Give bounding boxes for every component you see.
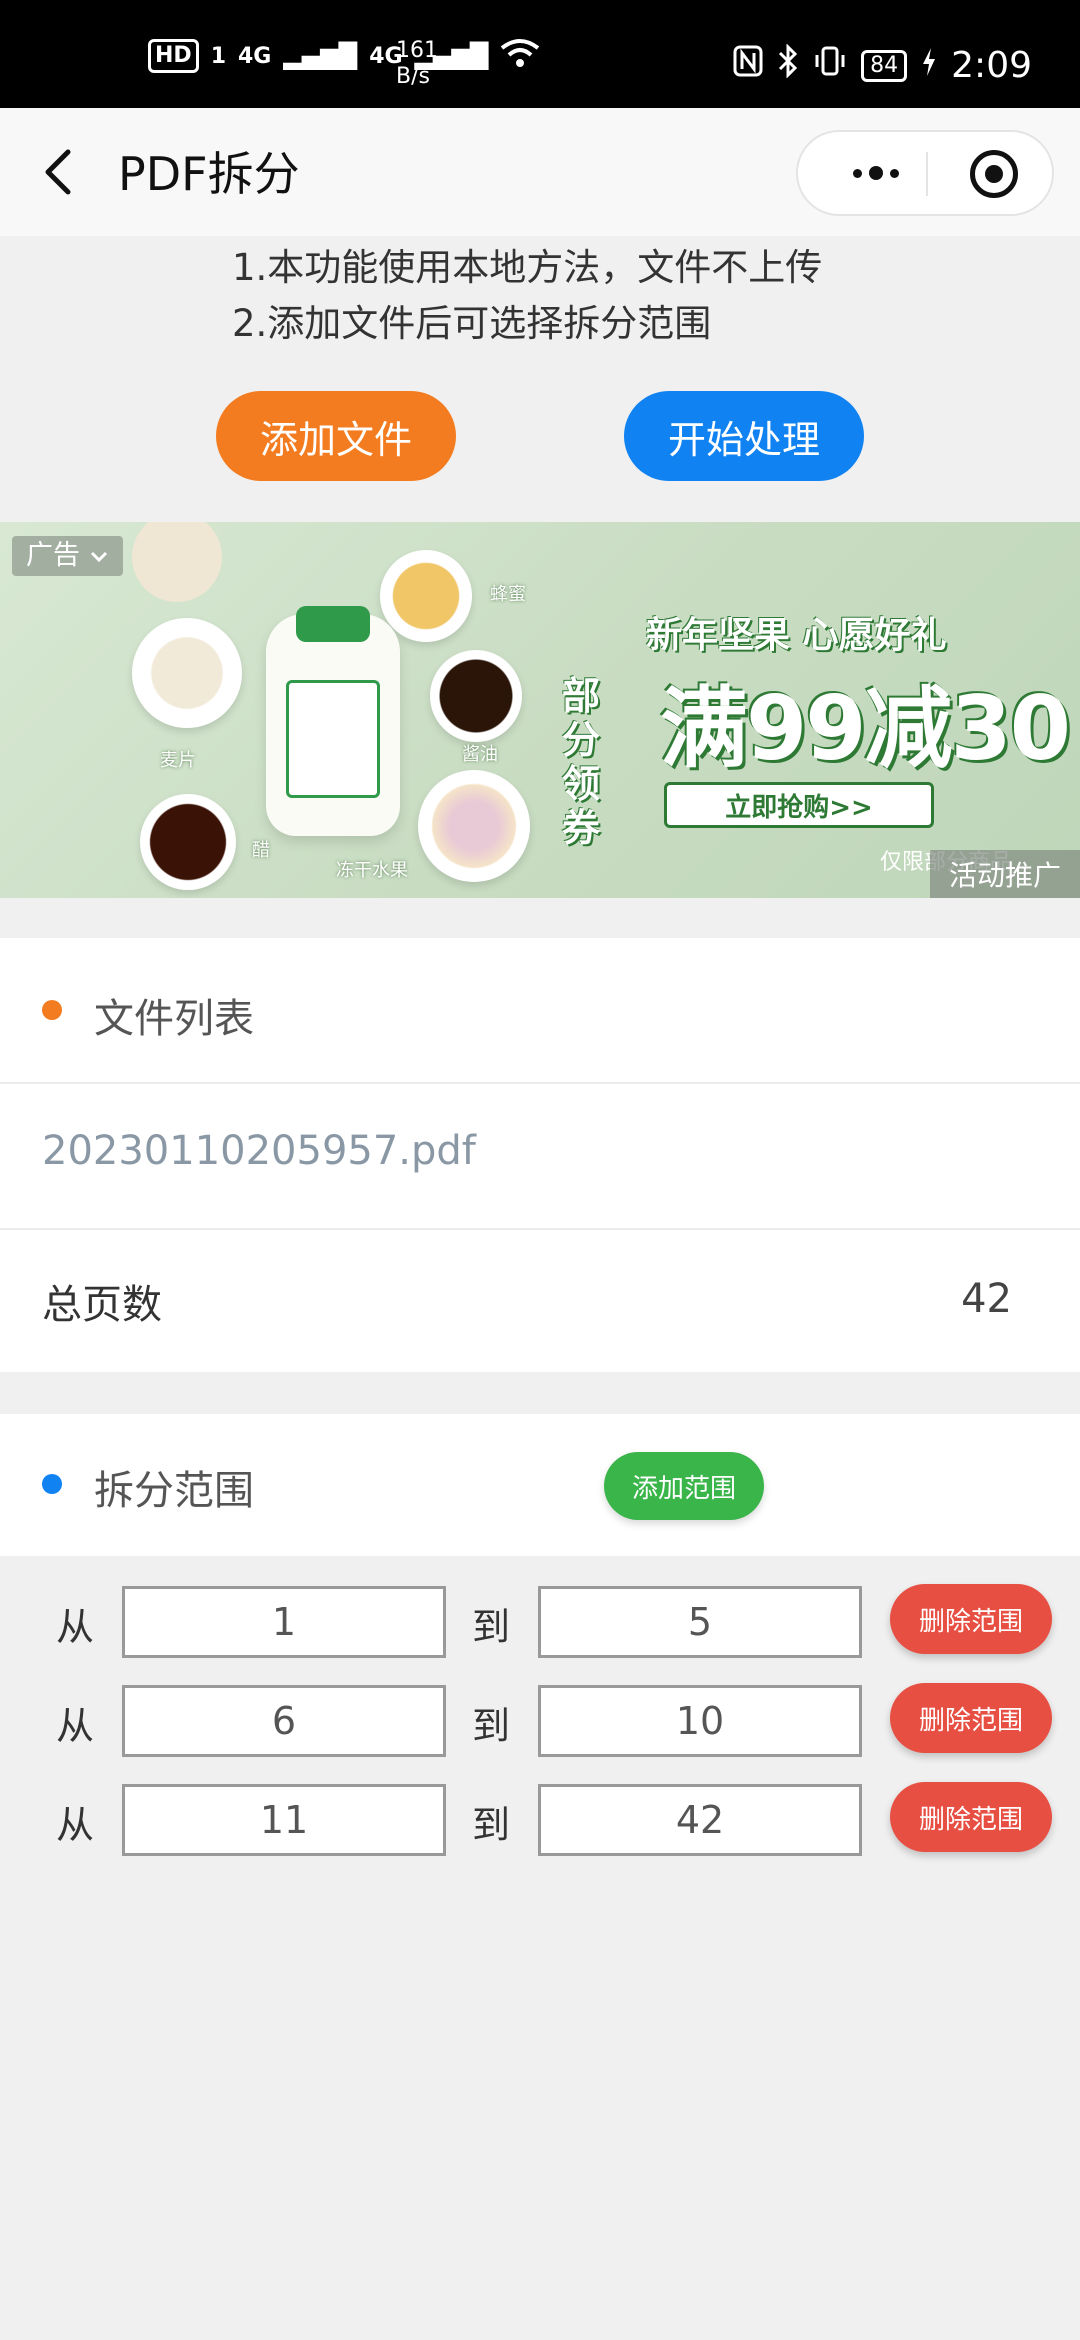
honey-bowl-illustration — [380, 550, 472, 642]
close-miniprogram-button[interactable] — [970, 150, 1018, 198]
range-from-input[interactable]: 1 — [122, 1586, 446, 1658]
divider — [0, 1082, 1080, 1084]
add-file-button[interactable]: 添加文件 — [216, 391, 456, 481]
ad-label-oat: 麦片 — [160, 750, 196, 771]
delete-range-button[interactable]: 删除范围 — [890, 1782, 1052, 1852]
instruction-line-2: 2.添加文件后可选择拆分范围 — [232, 302, 712, 345]
range-row: 从 1 到 5 删除范围 — [0, 1584, 1080, 1660]
ad-tag[interactable]: 广告 — [12, 536, 123, 576]
bottle-cap-illustration — [296, 606, 370, 642]
add-range-button[interactable]: 添加范围 — [604, 1452, 764, 1520]
bluetooth-icon — [777, 43, 799, 87]
network-speed-unit: B/s — [396, 64, 430, 89]
instruction-line-1: 1.本功能使用本地方法，文件不上传 — [232, 246, 823, 289]
ad-label-honey: 蜂蜜 — [490, 584, 526, 605]
chevron-down-icon — [89, 540, 109, 571]
ad-buy-button[interactable]: 立即抢购>> — [664, 782, 934, 828]
back-button[interactable] — [40, 146, 80, 198]
miniprogram-capsule — [796, 130, 1054, 216]
instructions: 1.本功能使用本地方法，文件不上传 2.添加文件后可选择拆分范围 — [232, 240, 822, 352]
ad-tag-label: 广告 — [26, 540, 80, 571]
delete-range-button[interactable]: 删除范围 — [890, 1584, 1052, 1654]
range-to-input[interactable]: 10 — [538, 1685, 862, 1757]
network-4g-icon: 4G — [238, 43, 272, 69]
battery-icon: 84 — [861, 49, 908, 82]
vibrate-icon — [813, 45, 847, 86]
soy-bowl-illustration — [430, 650, 522, 742]
nav-bar: PDF拆分 — [0, 108, 1080, 236]
sim-indicator: 1 — [210, 43, 226, 69]
range-from-label: 从 — [56, 1605, 95, 1649]
total-pages-value: 42 — [961, 1276, 1012, 1322]
range-from-input[interactable]: 6 — [122, 1685, 446, 1757]
page-title: PDF拆分 — [118, 147, 300, 201]
ad-banner[interactable]: 麦片 蜂蜜 酱油 醋 冻干水果 新年坚果 心愿好礼 部分领券 满99减30 立即… — [0, 522, 1080, 898]
more-dot-icon — [853, 168, 862, 178]
more-dot-icon — [890, 168, 899, 178]
charging-icon — [921, 46, 937, 86]
oat-bowl-illustration — [132, 618, 242, 728]
range-to-input[interactable]: 42 — [538, 1784, 862, 1856]
orange-dot-icon — [42, 1000, 62, 1020]
file-item[interactable]: 20230110205957.pdf — [42, 1128, 476, 1174]
divider — [0, 1228, 1080, 1230]
total-pages-label: 总页数 — [42, 1282, 162, 1328]
ad-promo-label: 活动推广 — [930, 850, 1080, 898]
range-row: 从 11 到 42 删除范围 — [0, 1782, 1080, 1858]
vinegar-bowl-illustration — [140, 794, 236, 890]
wifi-icon — [500, 38, 540, 74]
file-list-title: 文件列表 — [94, 996, 254, 1042]
split-range-header: 拆分范围 — [0, 1414, 1080, 1556]
range-from-label: 从 — [56, 1803, 95, 1847]
start-processing-button[interactable]: 开始处理 — [624, 391, 864, 481]
bottle-label-illustration — [286, 680, 380, 798]
ad-label-fruit: 冻干水果 — [336, 860, 408, 881]
capsule-divider — [926, 152, 928, 196]
ad-offer: 满99减30 — [660, 677, 1071, 780]
spoon-illustration — [132, 522, 222, 602]
clock: 2:09 — [951, 45, 1032, 86]
range-to-input[interactable]: 5 — [538, 1586, 862, 1658]
ad-headline: 新年坚果 心愿好礼 — [646, 615, 947, 656]
nfc-icon — [733, 45, 763, 86]
ad-label-soy: 酱油 — [462, 744, 498, 765]
range-to-label: 到 — [472, 1704, 511, 1748]
ad-coupon-text: 部分领券 — [562, 674, 601, 850]
range-from-input[interactable]: 11 — [122, 1784, 446, 1856]
status-bar: HD 1 4G ▂▄▆█ 4G ▂▄▆█ 161 B/s 84 2:09 — [0, 0, 1080, 108]
fruit-bowl-illustration — [418, 770, 530, 882]
status-right-group: 84 2:09 — [733, 43, 1032, 87]
split-range-title: 拆分范围 — [94, 1468, 254, 1514]
blue-dot-icon — [42, 1474, 62, 1494]
range-from-label: 从 — [56, 1704, 95, 1748]
chevron-left-icon — [45, 149, 71, 195]
status-left-group: HD 1 4G ▂▄▆█ 4G ▂▄▆█ — [148, 38, 540, 74]
range-to-label: 到 — [472, 1803, 511, 1847]
hd-icon: HD — [148, 39, 199, 73]
file-list-card: 文件列表 20230110205957.pdf 总页数 42 — [0, 938, 1080, 1372]
signal-icon: ▂▄▆█ — [283, 42, 358, 70]
network-speed: 161 B/s — [396, 38, 438, 90]
more-dot-icon — [869, 166, 883, 180]
range-to-label: 到 — [472, 1605, 511, 1649]
network-speed-value: 161 — [396, 38, 438, 63]
more-button[interactable] — [826, 132, 926, 214]
range-row: 从 6 到 10 删除范围 — [0, 1683, 1080, 1759]
delete-range-button[interactable]: 删除范围 — [890, 1683, 1052, 1753]
ad-label-vinegar: 醋 — [252, 840, 270, 861]
